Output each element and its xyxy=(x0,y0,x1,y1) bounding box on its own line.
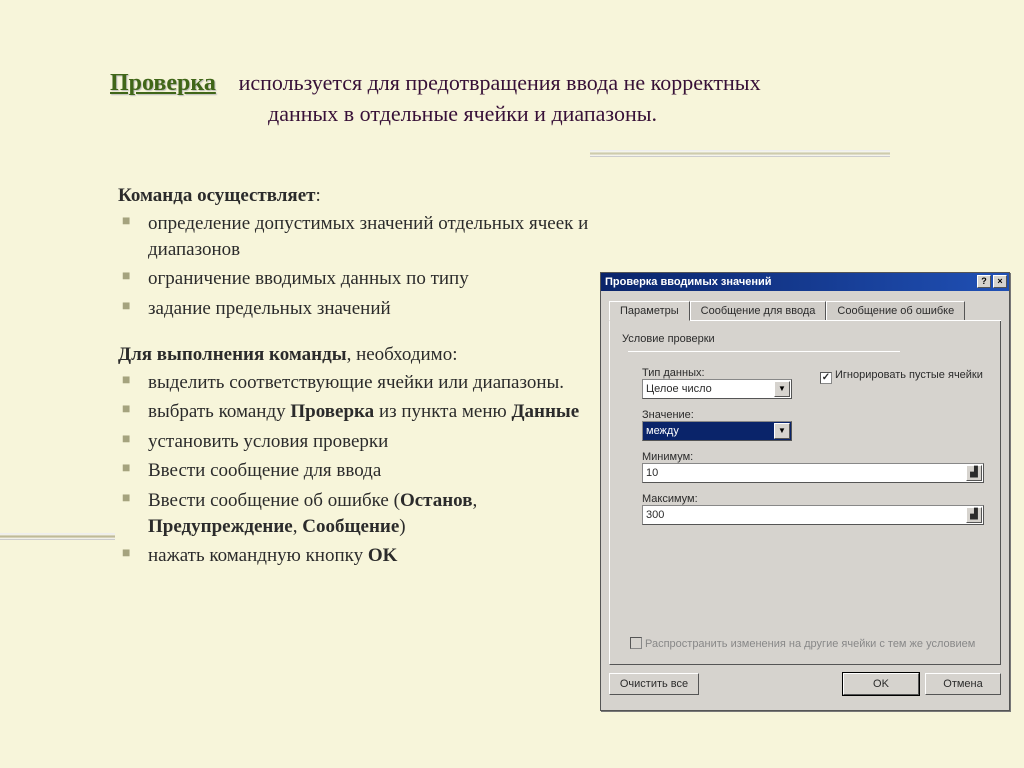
tab-row: Параметры Сообщение для ввода Сообщение … xyxy=(609,301,1001,321)
checkbox-icon[interactable]: ✓ xyxy=(820,372,832,384)
page-desc-1: используется для предотвращения ввода не… xyxy=(239,70,761,95)
value-value: между xyxy=(646,425,679,437)
page-desc-2: данных в отдельные ячейки и диапазоны. xyxy=(268,101,904,127)
help-button[interactable]: ? xyxy=(977,275,991,288)
list-item: нажать командную кнопку OK xyxy=(122,543,618,569)
value-dropdown[interactable]: между ▼ xyxy=(642,421,792,441)
propagate-label: Распространить изменения на другие ячейк… xyxy=(645,638,975,650)
decorative-divider xyxy=(0,533,115,540)
max-label: Максимум: xyxy=(642,493,990,505)
exec-list: выделить соответствующие ячейки или диап… xyxy=(118,370,618,569)
list-item: Ввести сообщение об ошибке (Останов, Пре… xyxy=(122,488,618,539)
exec-heading-suffix: , необходимо: xyxy=(347,344,458,365)
list-item: ограничение вводимых данных по типу xyxy=(122,266,618,292)
clear-all-button[interactable]: Очистить все xyxy=(609,673,699,695)
ignore-empty-label: Игнорировать пустые ячейки xyxy=(835,369,983,381)
tab-error-message[interactable]: Сообщение об ошибке xyxy=(826,301,965,320)
list-item: определение допустимых значений отдельны… xyxy=(122,211,618,262)
list-item: Ввести сообщение для ввода xyxy=(122,458,618,484)
dialog-titlebar[interactable]: Проверка вводимых значений ? × xyxy=(601,273,1009,291)
dialog-title: Проверка вводимых значений xyxy=(605,276,772,288)
min-input[interactable]: 10 ▟ xyxy=(642,463,984,483)
tab-input-message[interactable]: Сообщение для ввода xyxy=(690,301,827,320)
range-ref-icon[interactable]: ▟ xyxy=(966,465,982,481)
cmd-heading: Команда осуществляет xyxy=(118,185,315,206)
group-header: Условие проверки xyxy=(622,333,990,357)
type-dropdown[interactable]: Целое число ▼ xyxy=(642,379,792,399)
ok-button[interactable]: OK xyxy=(843,673,919,695)
close-button[interactable]: × xyxy=(993,275,1007,288)
propagate-checkbox-disabled: Распространить изменения на другие ячейк… xyxy=(630,637,975,650)
cmd-list: определение допустимых значений отдельны… xyxy=(118,211,618,322)
decorative-divider xyxy=(590,150,890,157)
chevron-down-icon[interactable]: ▼ xyxy=(774,423,790,439)
tab-panel-parameters: Условие проверки Тип данных: Целое число… xyxy=(609,321,1001,665)
cancel-button[interactable]: Отмена xyxy=(925,673,1001,695)
range-ref-icon[interactable]: ▟ xyxy=(966,507,982,523)
list-item: задание предельных значений xyxy=(122,296,618,322)
list-item: выбрать команду Проверка из пункта меню … xyxy=(122,399,618,425)
type-value: Целое число xyxy=(646,383,712,395)
list-item: установить условия проверки xyxy=(122,429,618,455)
list-item: выделить соответствующие ячейки или диап… xyxy=(122,370,618,396)
tab-parameters[interactable]: Параметры xyxy=(609,301,690,321)
page-title: Проверка xyxy=(110,70,216,96)
content-text: Команда осуществляет: определение допуст… xyxy=(118,185,618,591)
value-label: Значение: xyxy=(642,409,990,421)
validation-dialog: Проверка вводимых значений ? × Параметры… xyxy=(600,272,1010,711)
max-input[interactable]: 300 ▟ xyxy=(642,505,984,525)
min-label: Минимум: xyxy=(642,451,990,463)
exec-heading: Для выполнения команды xyxy=(118,344,347,365)
ignore-empty-checkbox[interactable]: ✓Игнорировать пустые ячейки xyxy=(820,369,983,384)
checkbox-icon xyxy=(630,637,642,649)
chevron-down-icon[interactable]: ▼ xyxy=(774,381,790,397)
